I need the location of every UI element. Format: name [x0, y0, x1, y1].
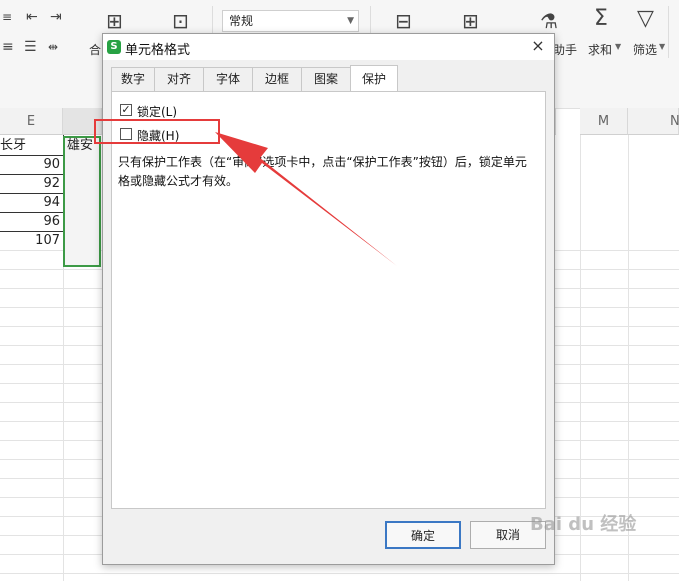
tab-protection[interactable]: 保护	[350, 65, 398, 91]
dialog-title: 单元格格式	[125, 43, 191, 58]
cell-header[interactable]: 长牙	[0, 137, 26, 155]
locked-label[interactable]: 锁定(L)	[137, 103, 177, 120]
distribute-icon[interactable]: ☰	[24, 38, 37, 56]
tab-font[interactable]: 字体	[203, 67, 253, 91]
merge-label[interactable]: 合	[89, 41, 101, 58]
cell-value[interactable]: 96	[0, 213, 60, 231]
cell-value[interactable]: 92	[0, 175, 60, 193]
convert-icon[interactable]: ⊡	[172, 11, 189, 31]
column-header-m[interactable]: M	[580, 108, 628, 135]
wrap-icon[interactable]: ⇹	[48, 38, 58, 56]
baidu-watermark: Bai du 经验	[530, 514, 637, 535]
tab-pattern[interactable]: 图案	[301, 67, 351, 91]
wps-app-icon: S	[107, 40, 121, 54]
helper-label[interactable]: 助手	[553, 41, 577, 58]
cell-value[interactable]: 107	[0, 232, 60, 250]
filter-icon[interactable]: ▽	[637, 8, 654, 30]
column-header-gap	[555, 108, 556, 135]
table-style-icon[interactable]: ⊟	[395, 11, 412, 31]
sum-icon[interactable]: Σ	[594, 8, 608, 30]
merge-icon[interactable]: ⊞	[106, 11, 123, 31]
align-left-icon[interactable]: ≡	[2, 8, 12, 26]
ribbon-divider	[668, 6, 669, 58]
cell-value[interactable]: 90	[0, 156, 60, 174]
helper-icon[interactable]: ⚗	[540, 11, 558, 31]
tab-number[interactable]: 数字	[111, 67, 155, 91]
chevron-down-icon: ▼	[347, 16, 354, 26]
chevron-down-icon[interactable]: ▼	[659, 42, 665, 51]
protection-panel: ✓ 锁定(L) 隐藏(H) 只有保护工作表（在“审阅”选项卡中，点击“保护工作表…	[111, 91, 546, 509]
cell-style-icon[interactable]: ⊞	[462, 11, 479, 31]
column-header-e[interactable]: E	[0, 108, 63, 135]
ok-button[interactable]: 确定	[385, 521, 461, 549]
column-header-n[interactable]: N	[628, 108, 679, 135]
tab-border[interactable]: 边框	[252, 67, 302, 91]
number-format-select[interactable]: 常规 ▼	[222, 10, 359, 32]
increase-indent-icon[interactable]: ⇥	[50, 8, 62, 26]
locked-checkbox[interactable]: ✓	[120, 104, 132, 116]
tab-alignment[interactable]: 对齐	[154, 67, 204, 91]
selected-range[interactable]	[63, 136, 101, 267]
justify-icon[interactable]: ≡	[2, 38, 14, 56]
chevron-down-icon[interactable]: ▼	[615, 42, 621, 51]
cell-value[interactable]: 94	[0, 194, 60, 212]
cell-partial[interactable]: 雄安	[67, 137, 93, 155]
filter-label[interactable]: 筛选	[633, 41, 657, 58]
format-cells-dialog: S 单元格格式 × 数字 对齐 字体 边框 图案 保护 ✓ 锁定(L) 隐藏(H…	[102, 33, 555, 565]
protection-note: 只有保护工作表（在“审阅”选项卡中，点击“保护工作表”按钮）后，锁定单元格或隐藏…	[118, 155, 527, 188]
annotation-highlight-box	[94, 119, 220, 144]
number-format-value: 常规	[229, 14, 254, 28]
sum-label[interactable]: 求和	[588, 41, 612, 58]
close-button[interactable]: ×	[528, 36, 548, 55]
dialog-titlebar[interactable]: S 单元格格式 ×	[103, 34, 554, 60]
decrease-indent-icon[interactable]: ⇤	[26, 8, 38, 26]
